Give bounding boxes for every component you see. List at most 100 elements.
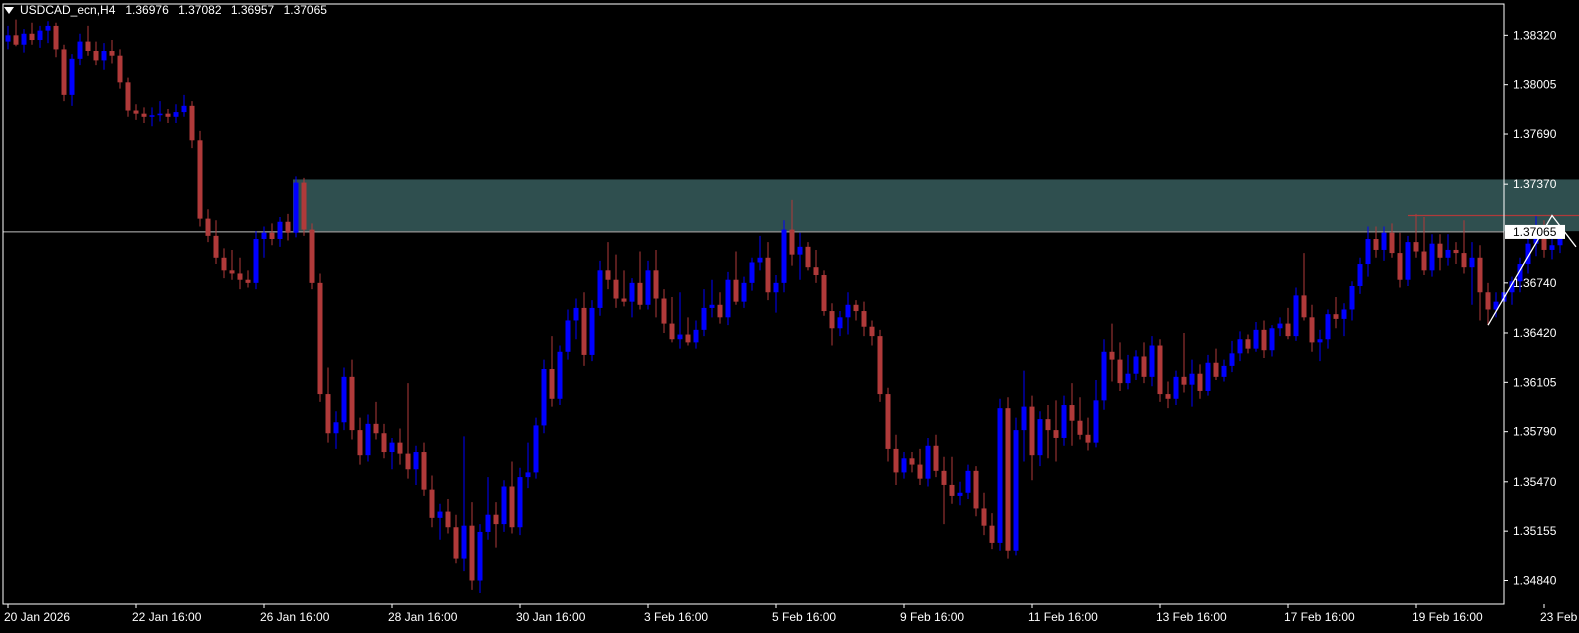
candle-body <box>885 394 891 449</box>
candle <box>301 177 307 236</box>
candle <box>1005 397 1011 559</box>
candle-body <box>357 430 363 456</box>
candle <box>1253 322 1259 352</box>
candle-body <box>173 112 179 117</box>
candle <box>341 367 347 431</box>
candle <box>21 29 27 53</box>
candle-body <box>981 508 987 526</box>
candle-body <box>141 113 147 117</box>
candle-body <box>117 55 123 83</box>
price-chart[interactable]: 1.38320 1.38005 1.37690 1.37370 1.36740 1.364… <box>0 0 1579 633</box>
candle-body <box>333 422 339 434</box>
candle <box>837 311 843 337</box>
candle-body <box>389 442 395 453</box>
y-tick-label: 1.38320 <box>1513 28 1557 42</box>
candle-body <box>1317 339 1323 343</box>
candle <box>1029 395 1035 481</box>
candle <box>797 232 803 280</box>
y-tick-label: 1.36740 <box>1513 276 1557 290</box>
candle-body <box>1117 359 1123 384</box>
candle-body <box>1029 406 1035 456</box>
candle-body <box>1389 232 1395 254</box>
candle <box>1181 332 1187 393</box>
candle <box>501 480 507 532</box>
candle <box>1325 309 1331 349</box>
candle <box>421 442 427 496</box>
candle-body <box>469 525 475 581</box>
candle-body <box>685 334 691 343</box>
candle-body <box>1205 362 1211 391</box>
candle <box>589 300 595 362</box>
candle-body <box>429 489 435 518</box>
candle <box>1301 253 1307 321</box>
candle-body <box>1477 257 1483 293</box>
candle <box>1117 342 1123 391</box>
candle-body <box>1405 242 1411 280</box>
candle <box>1349 281 1355 321</box>
candle <box>1405 235 1411 286</box>
candle-body <box>669 323 675 340</box>
candle <box>861 301 867 337</box>
candle-body <box>413 452 419 470</box>
candle-body <box>5 35 11 42</box>
candle-body <box>845 304 851 318</box>
candle <box>1149 336 1155 387</box>
candle <box>1445 234 1451 266</box>
candle-body <box>757 257 763 263</box>
candle <box>1221 359 1227 382</box>
candle <box>213 220 219 265</box>
candle-body <box>621 298 627 302</box>
y-tick-label: 1.38005 <box>1513 78 1557 92</box>
candle <box>1141 342 1147 384</box>
candle <box>1469 242 1475 305</box>
candle-body <box>125 82 131 111</box>
candle <box>1485 282 1491 326</box>
candle-body <box>501 486 507 525</box>
candle <box>757 235 763 271</box>
candle <box>5 25 11 50</box>
candle <box>269 223 275 246</box>
candle-body <box>1157 345 1163 395</box>
candle <box>725 271 731 326</box>
candle-body <box>109 50 115 56</box>
candle-body <box>85 41 91 51</box>
candle-body <box>61 49 67 95</box>
candle <box>605 242 611 290</box>
candle <box>245 270 251 288</box>
x-tick-label: 13 Feb 16:00 <box>1156 610 1227 624</box>
candle <box>157 101 163 122</box>
candle <box>925 437 931 487</box>
candle <box>549 336 555 407</box>
candle-body <box>205 218 211 236</box>
candle-body <box>989 525 995 543</box>
supply-zone-rect[interactable] <box>293 179 1579 232</box>
x-tick-label: 5 Feb 16:00 <box>772 610 836 624</box>
candle <box>1477 245 1483 321</box>
candle <box>613 254 619 308</box>
current-price-label: 1.37065 <box>1513 225 1557 239</box>
candle <box>141 107 147 124</box>
candle <box>1357 257 1363 294</box>
candle <box>813 249 819 283</box>
candle <box>1021 370 1027 462</box>
candle <box>109 40 115 64</box>
candle-body <box>1485 292 1491 310</box>
candle-body <box>725 279 731 318</box>
candle <box>557 345 563 406</box>
candle <box>333 411 339 449</box>
candle-body <box>1005 408 1011 551</box>
candle <box>661 289 667 333</box>
candle-body <box>789 229 795 255</box>
candle <box>541 359 547 434</box>
candle-body <box>877 336 883 395</box>
candle <box>885 387 891 462</box>
x-tick-label: 9 Feb 16:00 <box>900 610 964 624</box>
candle-body <box>301 182 307 230</box>
candle-body <box>965 470 971 493</box>
candle <box>365 414 371 462</box>
candle <box>1317 329 1323 362</box>
candle <box>1061 395 1067 446</box>
candle <box>1053 400 1059 462</box>
candle <box>701 289 707 337</box>
candle-body <box>1045 419 1051 431</box>
